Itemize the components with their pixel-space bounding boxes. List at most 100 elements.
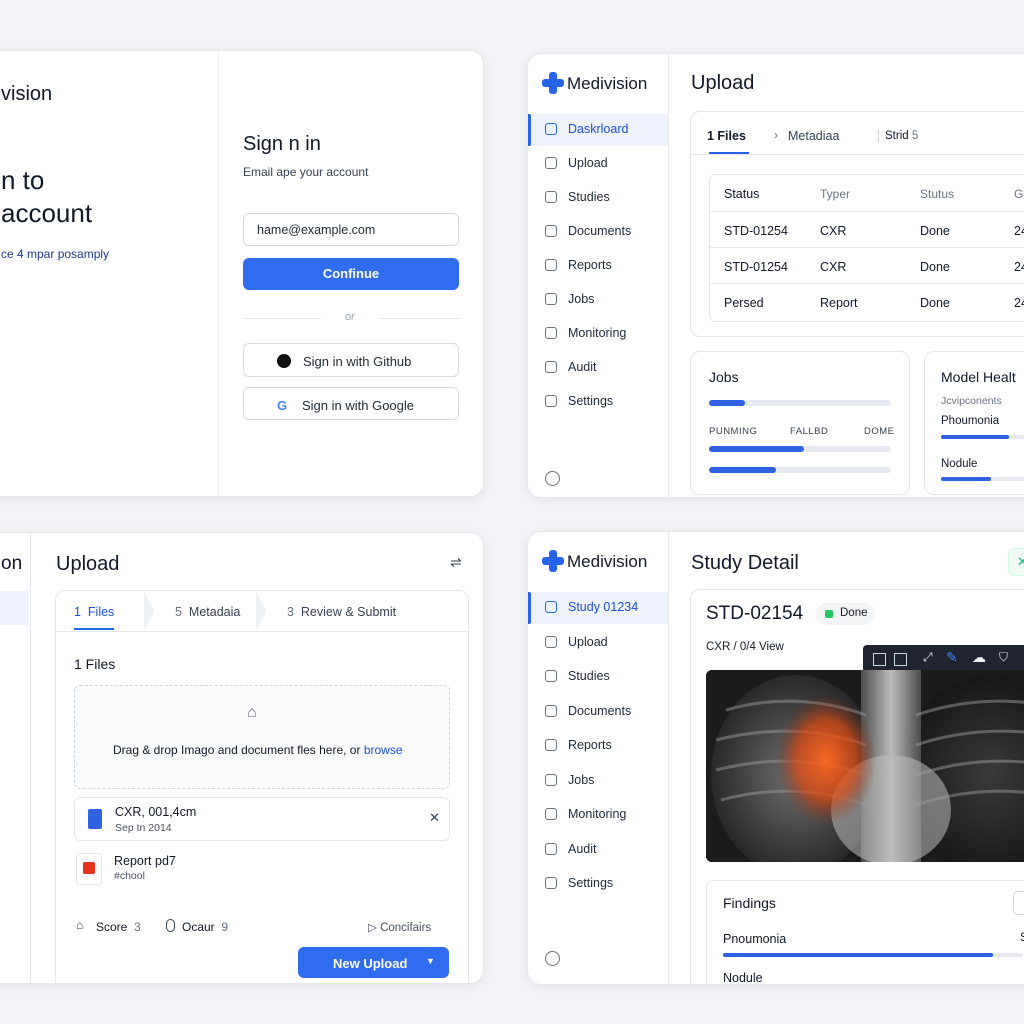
close-icon[interactable]: ✕ — [429, 810, 440, 826]
table-header: Stutus — [920, 187, 955, 201]
sidebar-item-audit[interactable]: Audit — [528, 352, 668, 384]
sidebar-item-studies[interactable]: Studies — [528, 661, 668, 693]
sidebar-item-daskrloard[interactable]: Daskrloard — [528, 114, 668, 146]
chevron-down-icon[interactable]: ▼ — [426, 956, 435, 966]
model-item-nodule: Nodule — [941, 458, 978, 470]
jobs-icon — [545, 293, 557, 305]
table-cell: Persed — [724, 296, 764, 310]
sidebar-item-studies[interactable]: Studies — [528, 182, 668, 214]
xray-image[interactable] — [706, 670, 1024, 862]
sidebar-item-settings[interactable]: Settings — [528, 868, 668, 900]
sidebar-item-label: Documents — [568, 224, 632, 238]
upload-icon — [545, 157, 557, 169]
upload-card: on Upload ⇌ 1 Files 5 Metadaia 3 Review … — [0, 532, 484, 984]
step-metadata-label: Metadaia — [188, 605, 241, 619]
sidebar-item-label: Audit — [568, 841, 597, 856]
github-signin-button[interactable]: Sign in with Github — [243, 343, 459, 377]
email-field[interactable]: hame@example.com — [243, 213, 459, 246]
measure-tool-icon[interactable]: ⤢ — [923, 650, 933, 665]
sidebar-item-label: Audit — [568, 360, 597, 374]
sidebar-item-label: Upload — [568, 156, 608, 170]
sidebar-item-jobs[interactable]: Jobs — [528, 284, 668, 316]
github-icon — [277, 354, 291, 368]
step-files[interactable]: 1 Files — [74, 605, 114, 619]
drop-zone[interactable]: ⌂ Drag & drop Imago and document fles he… — [74, 685, 450, 789]
reports-icon — [545, 739, 557, 751]
sidebar-item-monitoring[interactable]: Monitoring — [528, 799, 668, 831]
sidebar-active-item[interactable] — [0, 591, 29, 625]
reports-icon — [545, 259, 557, 271]
status-badge: Done — [816, 603, 875, 625]
close-panel-button[interactable]: ✕ — [1008, 548, 1024, 576]
sidebar-item-reports[interactable]: Reports — [528, 250, 668, 282]
table-cell: STD-01254 — [724, 224, 788, 238]
file-item-cxr[interactable]: CXR, 001,4cm Sep tn 2014 ✕ — [74, 797, 450, 841]
hero-line-1: n to — [1, 165, 45, 195]
continue-button[interactable]: Confinue — [243, 258, 459, 290]
step-divider-2 — [256, 591, 266, 631]
table-header: Gt — [1014, 187, 1024, 201]
add-icon[interactable] — [545, 951, 560, 966]
sidebar-item-audit[interactable]: Audit — [528, 834, 668, 866]
sidebar-item-label: Upload — [568, 634, 608, 649]
sidebar-item-label: Reports — [568, 258, 612, 272]
findings-title: Findings — [723, 895, 776, 911]
help-icon[interactable] — [545, 471, 560, 486]
ocaur-stat: Ocaur 9 — [182, 920, 228, 934]
step-metadata[interactable]: 5 Metadaia — [175, 605, 240, 619]
sidebar-item-documents[interactable]: Documents — [528, 216, 668, 248]
google-icon: G — [277, 398, 288, 413]
study-sidebar: Medivision Study 01234 Upload Studies Docum… — [528, 532, 669, 984]
select-tool-icon[interactable] — [873, 653, 886, 666]
crop-tool-icon[interactable] — [894, 653, 907, 666]
step-review[interactable]: 3 Review & Submit — [287, 605, 396, 619]
sidebar-item-jobs[interactable]: Jobs — [528, 765, 668, 797]
dashboard-sidebar: Medivision Daskrloard Upload Studies Docume… — [528, 54, 669, 497]
sidebar-item-monitoring[interactable]: Monitoring — [528, 318, 668, 350]
drop-text: Drag & drop Imago and document fles here… — [113, 743, 403, 757]
tab-files[interactable]: 1 Files — [707, 129, 746, 143]
sidebar-item-label: Studies — [568, 669, 610, 683]
sidebar-item-documents[interactable]: Documents — [528, 696, 668, 728]
tab-metadata[interactable]: Metadiaa — [788, 129, 839, 143]
sidebar-item-label: Jobs — [568, 772, 595, 787]
ocaur-value: 9 — [221, 920, 229, 934]
step-review-num: 3 — [287, 605, 294, 619]
monitoring-icon — [545, 808, 557, 820]
sidebar-item-settings[interactable]: Settings — [528, 386, 668, 418]
table-cell: Report — [820, 296, 858, 310]
table-row-divider — [710, 211, 1024, 212]
browse-link[interactable]: browse — [364, 743, 403, 757]
study-id: STD-02154 — [706, 603, 804, 624]
sidebar-item-upload[interactable]: Upload — [528, 148, 668, 180]
upload-panel: 1 Files 5 Metadaia 3 Review & Submit 1 F… — [55, 590, 469, 983]
viewer-toolbar: ⤢ ✎ ☁ ⛉ — [863, 645, 1024, 673]
pdf-file-icon — [76, 853, 102, 885]
new-upload-button[interactable]: New Upload ▼ — [298, 947, 449, 978]
google-label: Sign in with Google — [302, 398, 415, 413]
google-signin-button[interactable]: G Sign in with Google — [243, 387, 459, 420]
pen-tool-icon[interactable]: ✎ — [946, 649, 958, 666]
file-item-report[interactable]: Report pd7 #chool — [74, 849, 448, 889]
sidebar-item-reports[interactable]: Reports — [528, 730, 668, 762]
tab-strid[interactable]: Strid 5 — [885, 130, 918, 142]
table-header: Status — [724, 187, 760, 201]
sidebar-item-label: Monitoring — [568, 326, 627, 340]
step-files-label: Files — [87, 605, 115, 619]
monitoring-icon — [545, 327, 557, 339]
sidebar-brand-partial: on — [1, 553, 23, 574]
concifairs-link[interactable]: ▷ Concifairs — [368, 920, 431, 934]
sidebar-item-study-01234[interactable]: Study 01234 — [528, 592, 668, 624]
filter-icon[interactable]: ⇌ — [450, 554, 462, 571]
documents-icon — [545, 704, 557, 717]
signin-title: Sign n in — [243, 133, 321, 155]
table-cell: Done — [920, 260, 950, 274]
files-panel: 1 Files › Metadiaa Strid 5 Status Typer St… — [690, 111, 1024, 337]
shield-tool-icon[interactable]: ⛉ — [999, 650, 1008, 665]
study-panel: STD-02154 Done CXR / 0/4 View ⤢ ✎ ☁ ⛉ Fi… — [690, 589, 1024, 984]
audit-icon — [545, 842, 557, 855]
findings-action-button[interactable] — [1013, 891, 1024, 915]
cloud-tool-icon[interactable]: ☁ — [972, 649, 986, 666]
sidebar-item-upload[interactable]: Upload — [528, 627, 668, 659]
medivision-logo-icon — [542, 72, 564, 94]
